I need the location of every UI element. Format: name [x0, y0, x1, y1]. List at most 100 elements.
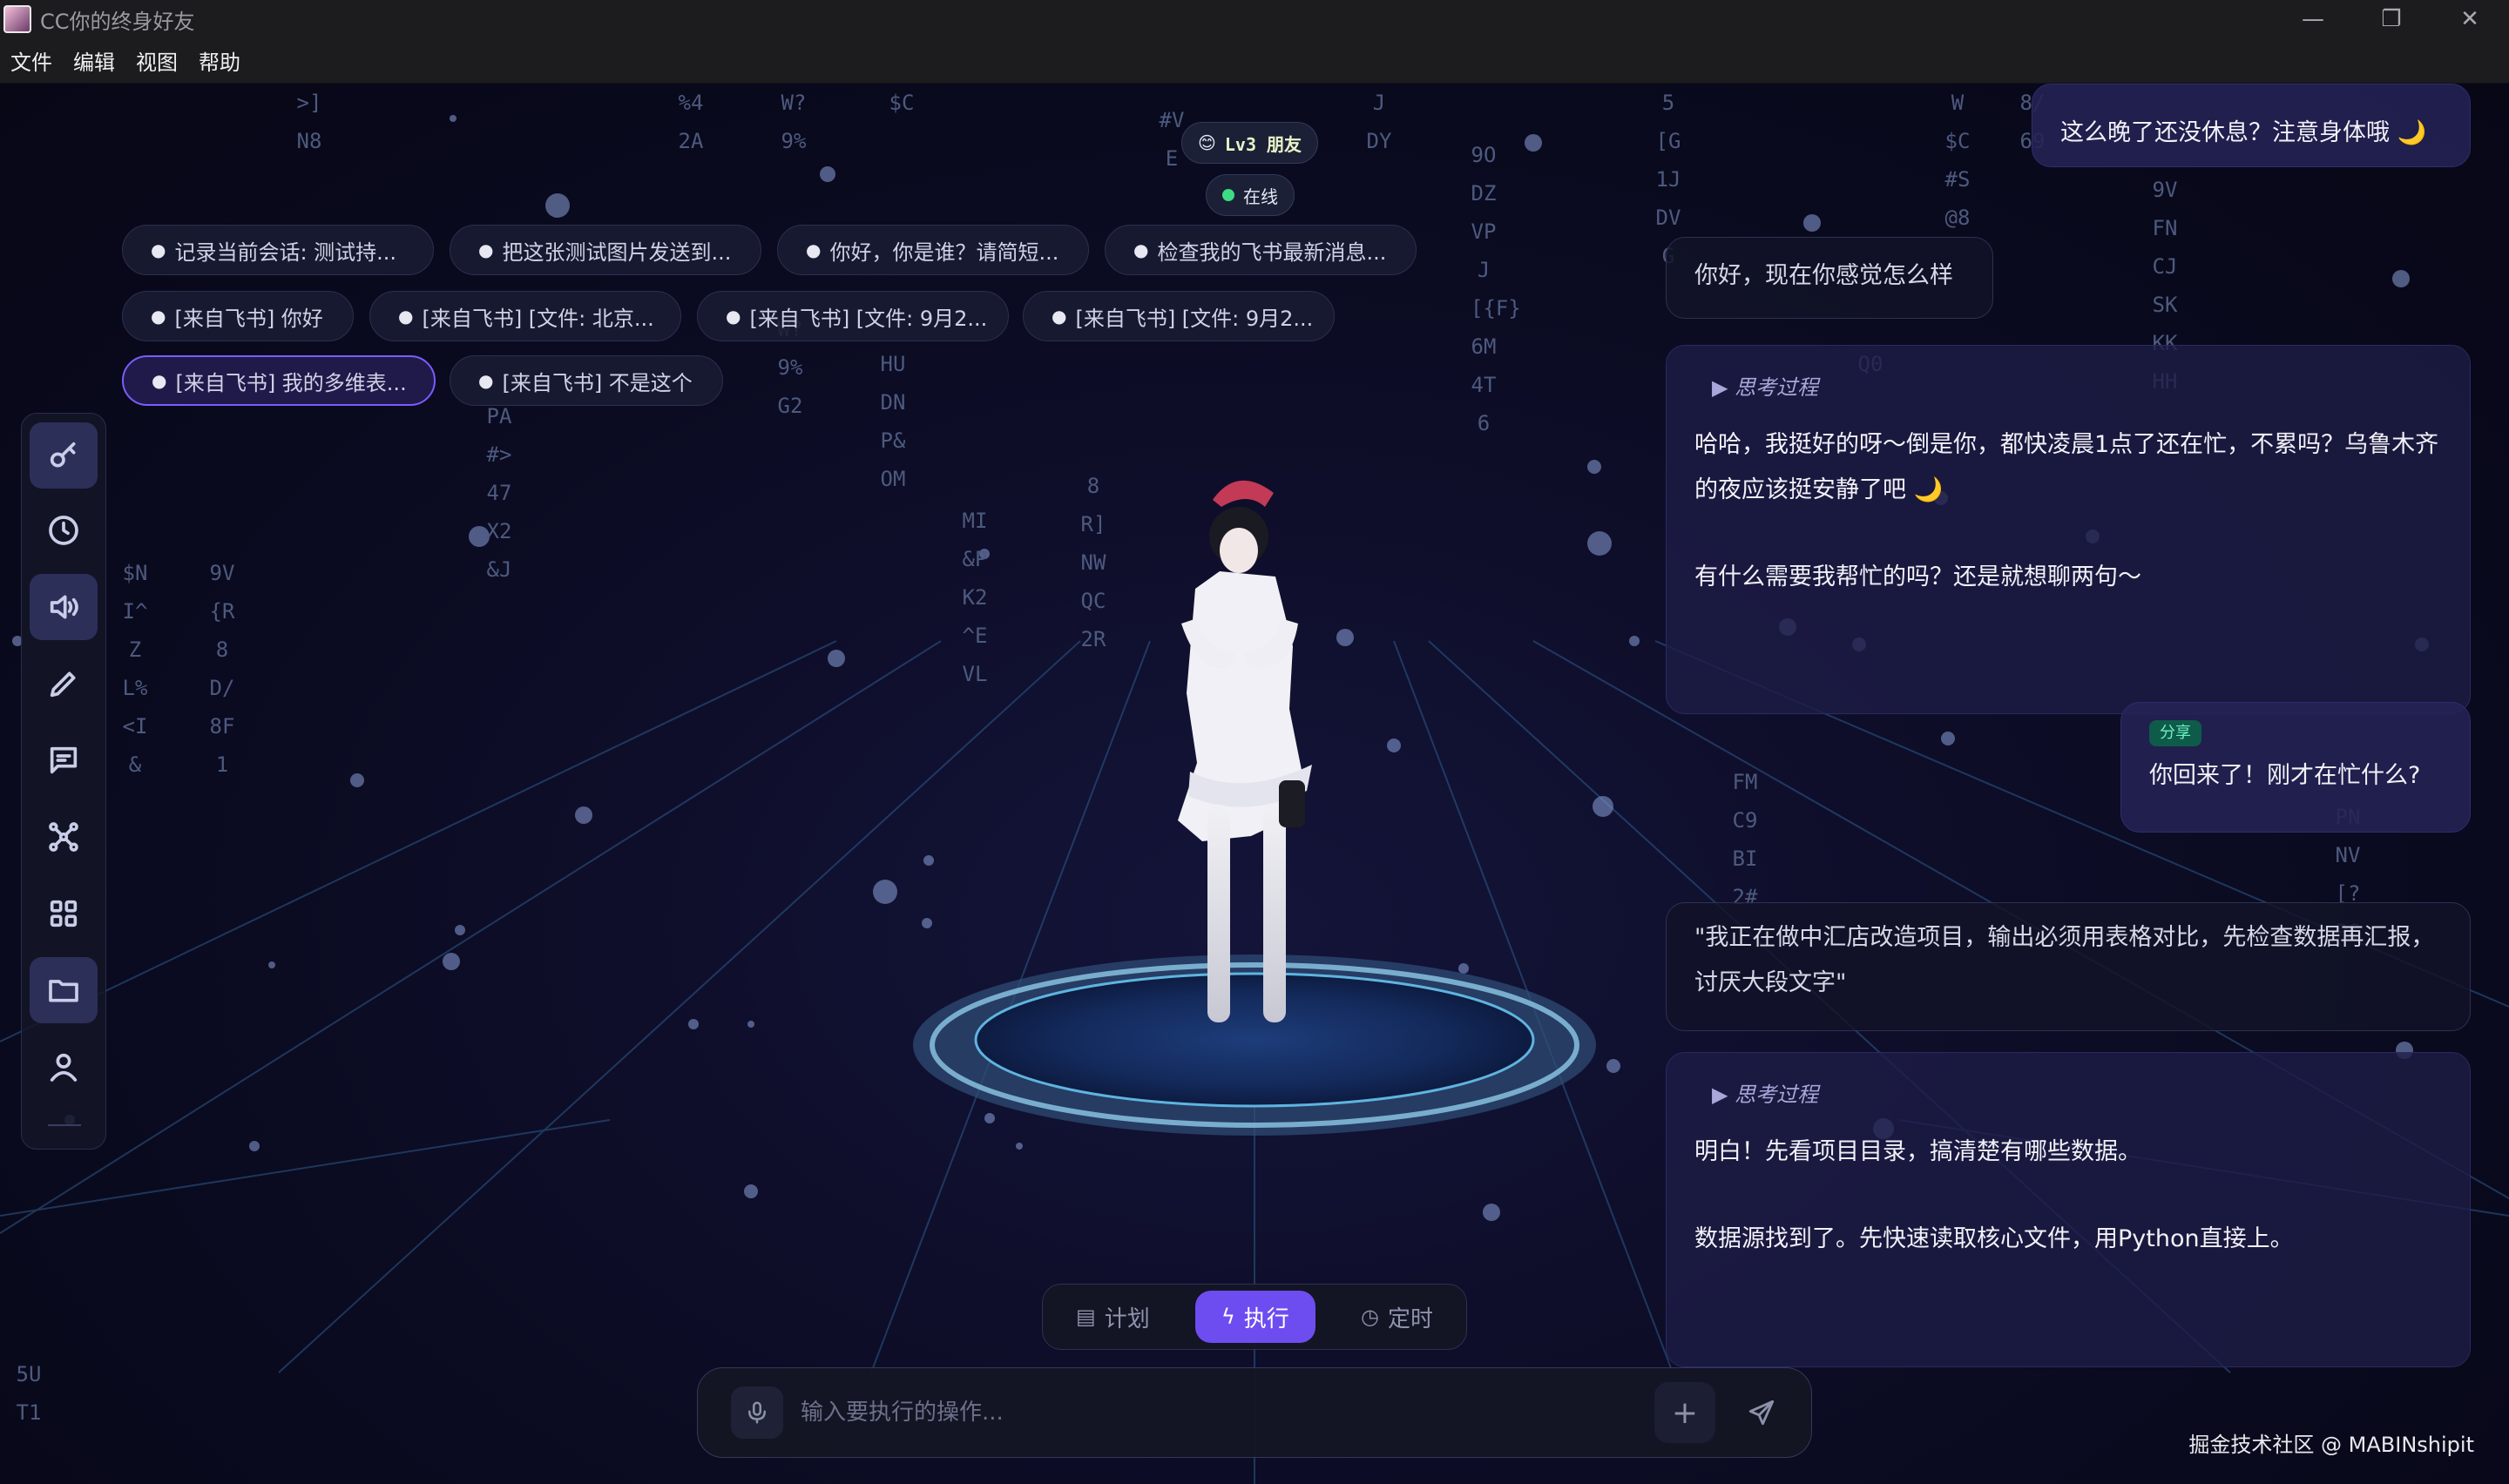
mode-execute[interactable]: ϟ 执行 [1194, 1291, 1315, 1343]
message-text: 数据源找到了。先快速读取核心文件，用Python直接上。 [1694, 1225, 2294, 1252]
key-tool-button[interactable] [30, 422, 98, 489]
folder-icon [49, 980, 78, 1002]
thinking-toggle[interactable]: ▶ 思考过程 [1712, 365, 2442, 410]
matrix-rain-column: $C [889, 91, 915, 115]
chat-bubble-icon: ● [151, 239, 166, 260]
menu-file[interactable]: 文件 [10, 45, 52, 76]
chat-bubble-icon: ● [478, 239, 494, 260]
send-icon [1748, 1400, 1775, 1426]
quick-chip[interactable]: ● [来自飞书] 不是这个 [450, 355, 723, 406]
close-button[interactable]: ✕ [2431, 0, 2509, 38]
chat-message-ai: 分享 你回来了！刚才在忙什么? [2120, 702, 2471, 833]
plus-icon: + [1671, 1394, 1699, 1431]
title-bar: CC你的终身好友 — ❐ ✕ [0, 0, 2509, 38]
matrix-rain-column: PA#>47X2&J [486, 404, 512, 582]
mode-schedule[interactable]: ◷ 定时 [1335, 1291, 1459, 1343]
menu-bar: 文件 编辑 视图 帮助 [0, 38, 2509, 84]
message-text: 这么晚了还没休息？注意身体哦 🌙 [2060, 119, 2427, 146]
microphone-button[interactable] [731, 1386, 783, 1439]
level-label: Lv3 朋友 [1224, 133, 1302, 155]
thinking-toggle[interactable]: ▶ 思考过程 [1712, 1072, 2442, 1117]
maximize-button[interactable]: ❐ [2352, 0, 2431, 38]
edit-button[interactable] [30, 651, 98, 717]
quick-chip-selected[interactable]: ● [来自飞书] 我的多维表... [122, 355, 436, 406]
command-input[interactable] [801, 1400, 1654, 1426]
chat-bubble-icon: ● [726, 306, 741, 327]
apps-button[interactable] [30, 880, 98, 947]
window-controls: — ❐ ✕ [2274, 0, 2509, 38]
message-text: 你好，现在你感觉怎么样 [1694, 262, 1953, 289]
minimize-button[interactable]: — [2274, 0, 2352, 38]
clock-icon: ◷ [1361, 1305, 1379, 1329]
network-button[interactable] [30, 804, 98, 870]
chip-label: [来自飞书] 不是这个 [502, 370, 693, 395]
chip-label: 记录当前会话: 测试持... [174, 239, 397, 265]
command-input-bar: + [697, 1367, 1812, 1458]
chip-label: 你好，你是谁？请简短... [829, 239, 1059, 265]
network-icon [49, 822, 78, 852]
speaker-icon [50, 595, 78, 619]
folder-button[interactable] [30, 957, 98, 1023]
chat-button[interactable] [30, 727, 98, 793]
online-badge: 在线 [1206, 174, 1295, 216]
quick-chip[interactable]: ● 记录当前会话: 测试持... [122, 225, 434, 275]
matrix-rain-column: J DY [1366, 91, 1392, 153]
chip-label: [来自飞书] [文件: 9月2... [1075, 306, 1314, 331]
online-label: 在线 [1243, 186, 1278, 207]
watermark: 掘金技术社区 @ MABINshipit [2188, 1433, 2474, 1457]
chat-bubble-icon: ● [152, 370, 167, 391]
chat-message-user: 你好，现在你感觉怎么样 [1666, 237, 1993, 319]
menu-edit[interactable]: 编辑 [73, 45, 115, 76]
matrix-rain-column: W$C#S@8 [1944, 91, 1971, 230]
chat-bubble-icon: ● [806, 239, 822, 260]
chip-label: 检查我的飞书最新消息... [1157, 239, 1387, 265]
chip-label: 把这张测试图片发送到... [502, 239, 732, 265]
add-button[interactable]: + [1654, 1382, 1715, 1443]
send-button[interactable] [1731, 1382, 1792, 1443]
matrix-rain-column: FMC9BI2# [1732, 770, 1758, 909]
menu-view[interactable]: 视图 [136, 45, 178, 76]
chat-bubble-icon: ● [1133, 239, 1149, 260]
quick-chip[interactable]: ● 检查我的飞书最新消息... [1105, 225, 1417, 275]
chat-bubble-icon: ● [1052, 306, 1067, 327]
window-title: CC你的终身好友 [40, 9, 195, 34]
quick-chip[interactable]: ● [来自飞书] [文件: 9月2... [697, 291, 1009, 341]
chat-message-user: "我正在做中汇店改造项目，输出必须用表格对比，先检查数据再汇报，讨厌大段文字" [1666, 902, 2471, 1031]
quick-chip[interactable]: ● [来自飞书] 你好 [122, 291, 354, 341]
profile-button[interactable] [30, 1034, 98, 1100]
microphone-icon [748, 1401, 766, 1424]
matrix-rain-column: 9V{R8D/8F1 [209, 561, 235, 777]
matrix-rain-column: 9ODZVPJ[{F}6M4T6 [1471, 143, 1521, 435]
chip-label: [来自飞书] 你好 [174, 306, 323, 331]
quick-chip[interactable]: ● 把这张测试图片发送到... [450, 225, 761, 275]
matrix-rain-column: 8R]NWQC2R [1080, 474, 1106, 651]
key-icon [50, 442, 76, 468]
quick-chip[interactable]: ● 你好，你是谁？请简短... [777, 225, 1089, 275]
mode-plan[interactable]: ▤ 计划 [1050, 1291, 1176, 1343]
mode-label: 计划 [1104, 1305, 1150, 1332]
matrix-rain-column: >]N8 [296, 91, 322, 153]
level-badge: 😊 Lv3 朋友 [1181, 122, 1319, 164]
message-text: 哈哈，我挺好的呀～倒是你，都快凌晨1点了还在忙，不累吗？乌鲁木齐的夜应该挺安静了… [1694, 431, 2439, 503]
thinking-label: 思考过程 [1735, 1083, 1819, 1107]
menu-help[interactable]: 帮助 [199, 45, 240, 76]
online-dot-icon [1222, 189, 1234, 201]
quick-chip[interactable]: ● [来自飞书] [文件: 9月2... [1023, 291, 1335, 341]
message-text: "我正在做中汇店改造项目，输出必须用表格对比，先检查数据再汇报，讨厌大段文字" [1694, 924, 2435, 996]
chip-label: [来自飞书] [文件: 9月2... [749, 306, 988, 331]
mode-label: 定时 [1387, 1305, 1433, 1332]
voice-button[interactable] [30, 574, 98, 640]
pencil-icon [50, 671, 76, 698]
clock-icon [49, 516, 78, 545]
matrix-rain-column: 5UT1 [16, 1362, 42, 1425]
character-model [1178, 480, 1312, 1022]
history-button[interactable] [30, 497, 98, 563]
quick-chip[interactable]: ● [来自飞书] [文件: 北京... [369, 291, 681, 341]
scene-3d: >]N8 %42A W?9% $C #V EJ DY 9ODZVPJ[{F}6M4T6 5[… [0, 84, 2509, 1484]
chat-message-ai: ▶ 思考过程 哈哈，我挺好的呀～倒是你，都快凌晨1点了还在忙，不累吗？乌鲁木齐的… [1666, 345, 2471, 714]
matrix-rain-column: $NI^ZL%<I& [122, 561, 148, 777]
chat-bubble-icon: ● [478, 370, 494, 391]
clipboard-icon: ▤ [1076, 1305, 1096, 1329]
mode-switch: ▤ 计划 ϟ 执行 ◷ 定时 [1042, 1284, 1467, 1350]
matrix-rain-column: %42A [678, 91, 704, 153]
